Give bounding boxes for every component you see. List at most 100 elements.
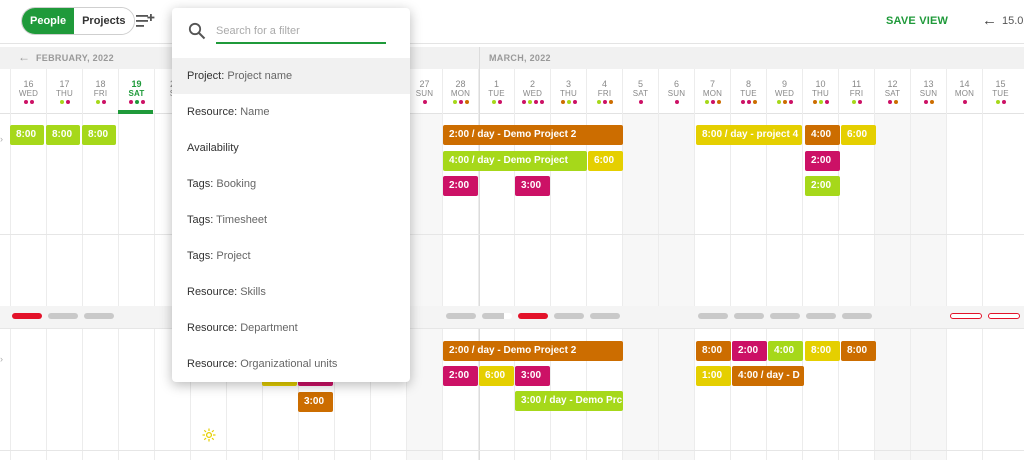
status-dot — [608, 100, 613, 104]
day-status-dots — [767, 100, 802, 104]
status-dot — [533, 100, 538, 104]
save-view-button[interactable]: SAVE VIEW — [886, 15, 948, 27]
filter-search-input[interactable] — [216, 20, 386, 44]
day-column-header[interactable]: 11 FRI — [838, 69, 874, 114]
day-weekday: FRI — [93, 89, 108, 98]
back-arrow-icon[interactable]: ← — [982, 12, 997, 29]
filter-option[interactable]: Tags: Project — [172, 238, 410, 274]
filter-option[interactable]: Resource: Department — [172, 310, 410, 346]
status-dot — [65, 100, 70, 104]
status-dot — [818, 100, 823, 104]
booking-bar[interactable]: 3:00 — [515, 176, 550, 196]
day-column-header[interactable]: 2 WED — [514, 69, 550, 114]
status-dot — [674, 100, 679, 104]
booking-bar[interactable]: 2:00 / day - Demo Project 2 — [443, 341, 623, 361]
booking-bar[interactable]: 8:00 / day - project 4 — [696, 125, 802, 145]
day-column-header[interactable]: 3 THU — [550, 69, 586, 114]
booking-bar[interactable]: 8:00 — [696, 341, 731, 361]
day-status-dots — [11, 100, 46, 104]
availability-bar — [734, 313, 764, 319]
day-number: 4 — [601, 79, 607, 89]
filter-option[interactable]: Resource: Skills — [172, 274, 410, 310]
status-dot — [851, 100, 856, 104]
booking-bar[interactable]: 8:00 — [805, 341, 840, 361]
grid-line — [802, 114, 803, 460]
day-column-header[interactable]: 17 THU — [46, 69, 82, 114]
status-dot — [596, 100, 601, 104]
prev-month-arrow-icon[interactable]: ← — [18, 50, 30, 64]
day-column-header[interactable]: 19 SAT — [118, 69, 154, 114]
grid-line — [658, 114, 659, 460]
day-column-header[interactable]: 4 FRI — [586, 69, 622, 114]
day-weekday: WED — [522, 89, 543, 98]
day-number: 5 — [637, 79, 643, 89]
day-status-dots — [659, 100, 694, 104]
filter-option[interactable]: Resource: Organizational units — [172, 346, 410, 382]
filter-option[interactable]: Availability — [172, 130, 410, 166]
booking-bar[interactable]: 3:00 — [515, 366, 550, 386]
day-column-header[interactable]: 7 MON — [694, 69, 730, 114]
date-range-label[interactable]: 15.02 — [1002, 15, 1024, 27]
day-status-dots — [731, 100, 766, 104]
grid-line — [10, 114, 11, 460]
booking-bar[interactable]: 8:00 — [841, 341, 876, 361]
status-dot — [566, 100, 571, 104]
booking-bar[interactable]: 6:00 — [841, 125, 876, 145]
day-column-header[interactable]: 18 FRI — [82, 69, 118, 114]
booking-bar[interactable]: 2:00 — [443, 176, 478, 196]
booking-bar[interactable]: 2:00 — [805, 176, 840, 196]
booking-bar[interactable]: 2:00 — [805, 151, 840, 171]
day-column-header[interactable]: 1 TUE — [478, 69, 514, 114]
booking-bar[interactable]: 6:00 — [588, 151, 623, 171]
day-weekday: WED — [774, 89, 795, 98]
day-status-dots — [119, 100, 154, 104]
booking-bar[interactable]: 4:00 — [805, 125, 840, 145]
booking-bar[interactable]: 8:00 — [10, 125, 44, 145]
day-column-header[interactable]: 28 MON — [442, 69, 478, 114]
day-column-header[interactable]: 27 SUN — [406, 69, 442, 114]
booking-bar[interactable]: 2:00 — [443, 366, 478, 386]
booking-bar[interactable]: 8:00 — [82, 125, 116, 145]
status-dot — [740, 100, 745, 104]
filter-option-key: Resource: — [187, 322, 238, 334]
booking-bar[interactable]: 3:00 / day - Demo Prc — [515, 391, 623, 411]
day-status-dots — [803, 100, 838, 104]
toggle-people[interactable]: People — [22, 8, 75, 34]
filter-option[interactable]: Tags: Booking — [172, 166, 410, 202]
availability-bar — [950, 313, 982, 319]
booking-bar[interactable]: 1:00 — [696, 366, 731, 386]
day-column-header[interactable]: 14 MON — [946, 69, 982, 114]
filter-option-value: Organizational units — [240, 358, 338, 370]
day-weekday: THU — [55, 89, 74, 98]
booking-bar[interactable]: 4:00 / day - Demo Project — [443, 151, 587, 171]
toggle-projects[interactable]: Projects — [74, 8, 134, 34]
filter-option-value: Skills — [240, 286, 266, 298]
day-column-header[interactable]: 9 WED — [766, 69, 802, 114]
grid-line — [118, 114, 119, 460]
filter-option[interactable]: Tags: Timesheet — [172, 202, 410, 238]
filter-option-value: Project — [216, 250, 251, 262]
day-column-header[interactable]: 6 SUN — [658, 69, 694, 114]
day-status-dots — [983, 100, 1018, 104]
day-column-header[interactable]: 16 WED — [10, 69, 46, 114]
booking-bar[interactable]: 6:00 — [479, 366, 514, 386]
day-column-header[interactable]: 10 THU — [802, 69, 838, 114]
day-column-header[interactable]: 13 SUN — [910, 69, 946, 114]
status-dot — [704, 100, 709, 104]
day-column-header[interactable]: 5 SAT — [622, 69, 658, 114]
day-column-header[interactable]: 8 TUE — [730, 69, 766, 114]
booking-bar[interactable]: 4:00 / day - D — [732, 366, 804, 386]
filter-option[interactable]: Project: Project name — [172, 58, 410, 94]
month-label-mar: MARCH, 2022 — [489, 53, 551, 63]
day-column-header[interactable]: 15 TUE — [982, 69, 1018, 114]
day-column-header[interactable]: 12 SAT — [874, 69, 910, 114]
booking-bar[interactable]: 8:00 — [46, 125, 80, 145]
booking-bar[interactable]: 4:00 — [768, 341, 803, 361]
booking-bar[interactable]: 2:00 — [732, 341, 767, 361]
booking-bar[interactable]: 3:00 — [298, 392, 333, 412]
add-filter-icon[interactable] — [136, 12, 156, 30]
filter-option[interactable]: Resource: Name — [172, 94, 410, 130]
booking-bar[interactable]: 2:00 / day - Demo Project 2 — [443, 125, 623, 145]
day-number: 13 — [923, 79, 934, 89]
holiday-sun-icon — [202, 428, 216, 442]
